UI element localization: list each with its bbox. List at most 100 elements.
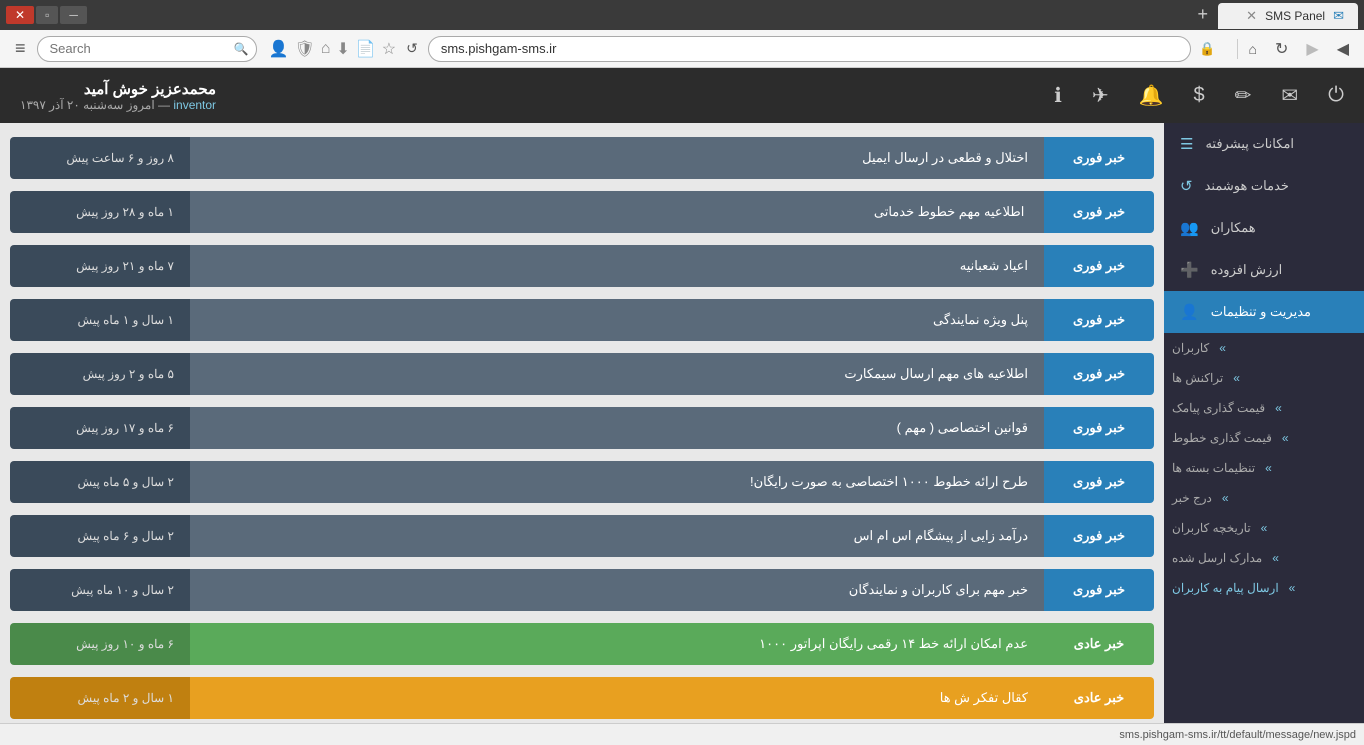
sidebar-sub-users[interactable]: کاربران: [1164, 333, 1364, 363]
tab-close-button[interactable]: ✕: [1246, 8, 1257, 24]
maximize-button[interactable]: ▫: [36, 6, 58, 24]
news-date-cell: ۷ ماه و ۲۱ روز پیش: [10, 245, 190, 287]
search-icon: 🔍: [234, 42, 249, 56]
news-badge: خبر فوری: [1044, 245, 1154, 287]
sidebar-sub-line-pricing[interactable]: قیمت گذاری خطوط: [1164, 423, 1364, 453]
news-date-cell: ۲ سال و ۱۰ ماه پیش: [10, 569, 190, 611]
home-button[interactable]: ⌂: [1242, 38, 1264, 60]
search-input[interactable]: [37, 36, 257, 62]
news-title-cell: ‌‌‌ اطلاعیه مهم خطوط خدماتی ‌‌‌: [190, 191, 1044, 233]
send-icon[interactable]: ✈: [1092, 83, 1109, 108]
sidebar-item-partners[interactable]: همکاران 👥: [1164, 207, 1364, 249]
user-info: محمدعزیز خوش آمید inventor — امروز سه‌شن…: [20, 80, 216, 112]
news-row[interactable]: خبر عادی عدم امکان ارائه خط ۱۴ رقمی رایگ…: [10, 623, 1154, 665]
forward-button[interactable]: ▶: [1299, 36, 1325, 62]
new-tab-button[interactable]: +: [1189, 2, 1216, 27]
news-row[interactable]: خبر فوری خبر مهم برای کاربران و نمایندگا…: [10, 569, 1154, 611]
news-row[interactable]: خبر فوری درآمد زایی از پیشگام اس ام اس ۲…: [10, 515, 1154, 557]
news-date-cell: ۲ سال و ۵ ماه پیش: [10, 461, 190, 503]
sidebar-sub-transactions[interactable]: تراکنش ها: [1164, 363, 1364, 393]
shield-icon[interactable]: 🛡: [294, 39, 314, 59]
news-date-cell: ۱ ماه و ۲۸ روز پیش: [10, 191, 190, 233]
sidebar-item-value[interactable]: ارزش افزوده ➕: [1164, 249, 1364, 291]
sub-label-send-msg: ارسال پیام به کاربران: [1172, 581, 1279, 595]
browser-tab[interactable]: ✉ SMS Panel ✕: [1218, 3, 1358, 29]
news-row[interactable]: خبر فوری اختلال و قطعی در ارسال ایمیل ۸ …: [10, 137, 1154, 179]
news-row[interactable]: خبر فوری طرح ارائه خطوط ۱۰۰۰ اختصاصی به …: [10, 461, 1154, 503]
smart-icon: ↺: [1180, 177, 1193, 195]
separator: —: [155, 98, 170, 112]
search-wrap: 🔍: [37, 36, 257, 62]
news-title-cell: کقال تفکر ش ها: [190, 677, 1044, 719]
news-date-cell: ۵ ماه و ۲ روز پیش: [10, 353, 190, 395]
news-date-cell: ۱ سال و ۱ ماه پیش: [10, 299, 190, 341]
sidebar-sub-sms-pricing[interactable]: قیمت گذاری پیامک: [1164, 393, 1364, 423]
news-row[interactable]: خبر فوری اعیاد شعبانیه ۷ ماه و ۲۱ روز پی…: [10, 245, 1154, 287]
news-badge: خبر فوری: [1044, 407, 1154, 449]
download-icon[interactable]: ⬇: [336, 39, 349, 59]
info-icon[interactable]: ℹ: [1054, 83, 1062, 108]
badge-cell: خبر فوری: [1044, 191, 1154, 233]
news-row[interactable]: خبر فوری قوانین اختصاصی ( مهم ) ۶ ماه و …: [10, 407, 1154, 449]
profile-icon[interactable]: 👤: [269, 39, 289, 59]
power-icon[interactable]: ⏻: [1328, 84, 1344, 107]
news-row[interactable]: خبر فوری اطلاعیه های مهم ارسال سیمکارت ۵…: [10, 353, 1154, 395]
tab-favicon: ✉: [1333, 8, 1344, 24]
badge-cell: خبر فوری: [1044, 245, 1154, 287]
reload-button[interactable]: ↺: [400, 37, 424, 60]
sub-label-user-history: تاریخچه کاربران: [1172, 521, 1251, 535]
user-date: امروز سه‌شنبه ۲۰ آذر ۱۳۹۷: [20, 98, 155, 112]
toolbar-icons: ⏻ ✉ ✏ $ 🔔 ✈ ℹ: [1054, 83, 1344, 108]
email-icon[interactable]: ✉: [1281, 83, 1298, 108]
close-button[interactable]: ✕: [6, 6, 34, 24]
badge-cell: خبر فوری: [1044, 353, 1154, 395]
sidebar-sub-add-news[interactable]: درج خبر: [1164, 483, 1364, 513]
news-row[interactable]: خبر فوری پنل ویژه نمایندگی ۱ سال و ۱ ماه…: [10, 299, 1154, 341]
news-title-cell: پنل ویژه نمایندگی: [190, 299, 1044, 341]
reader-icon[interactable]: 📄: [356, 39, 376, 59]
news-row[interactable]: خبر فوری ‌‌‌ اطلاعیه مهم خطوط خدماتی ‌‌‌…: [10, 191, 1154, 233]
partners-icon: 👥: [1180, 219, 1199, 237]
menu-button[interactable]: ≡: [8, 35, 33, 62]
news-title-cell: اطلاعیه های مهم ارسال سیمکارت: [190, 353, 1044, 395]
news-row[interactable]: خبر عادی کقال تفکر ش ها ۱ سال و ۲ ماه پی…: [10, 677, 1154, 719]
badge-cell: خبر عادی: [1044, 677, 1154, 719]
home2-icon[interactable]: ⌂: [321, 40, 331, 58]
edit-icon[interactable]: ✏: [1235, 83, 1252, 108]
news-title-cell: خبر مهم برای کاربران و نمایندگان: [190, 569, 1044, 611]
bookmark-icon[interactable]: ☆: [382, 39, 396, 59]
sidebar-item-management[interactable]: مدیریت و تنظیمات 👤: [1164, 291, 1364, 333]
sidebar-label-smart: خدمات هوشمند: [1205, 178, 1289, 194]
user-role: inventor: [173, 98, 216, 112]
news-date-cell: ۲ سال و ۶ ماه پیش: [10, 515, 190, 557]
back-button[interactable]: ◀: [1330, 36, 1356, 62]
bell-icon[interactable]: 🔔: [1139, 83, 1164, 108]
sidebar-label-advanced: امکانات پیشرفته: [1205, 136, 1294, 152]
address-input[interactable]: [428, 36, 1191, 62]
news-title-cell: قوانین اختصاصی ( مهم ): [190, 407, 1044, 449]
sidebar-sub-user-history[interactable]: تاریخچه کاربران: [1164, 513, 1364, 543]
news-title-cell: عدم امکان ارائه خط ۱۴ رقمی رایگان اپراتو…: [190, 623, 1044, 665]
news-date-cell: ۸ روز و ۶ ساعت پیش: [10, 137, 190, 179]
news-date-cell: ۶ ماه و ۱۰ روز پیش: [10, 623, 190, 665]
sidebar-sub-packages[interactable]: تنظیمات بسته ها: [1164, 453, 1364, 483]
news-badge: خبر فوری: [1044, 137, 1154, 179]
minimize-button[interactable]: ─: [60, 6, 87, 24]
sub-label-transactions: تراکنش ها: [1172, 371, 1223, 385]
badge-cell: خبر فوری: [1044, 569, 1154, 611]
sidebar-item-smart[interactable]: خدمات هوشمند ↺: [1164, 165, 1364, 207]
news-title-cell: اعیاد شعبانیه: [190, 245, 1044, 287]
money-icon[interactable]: $: [1194, 84, 1205, 107]
news-badge: خبر فوری: [1044, 299, 1154, 341]
sub-label-add-news: درج خبر: [1172, 491, 1212, 505]
news-badge: خبر فوری: [1044, 191, 1154, 233]
sidebar-label-value: ارزش افزوده: [1211, 262, 1283, 278]
sidebar-item-advanced[interactable]: امکانات پیشرفته ☰: [1164, 123, 1364, 165]
sidebar-sub-send-msg[interactable]: ارسال پیام به کاربران: [1164, 573, 1364, 603]
sub-label-sms-pricing: قیمت گذاری پیامک: [1172, 401, 1265, 415]
sidebar-sub-docs[interactable]: مدارک ارسل شده: [1164, 543, 1364, 573]
news-title-cell: درآمد زایی از پیشگام اس ام اس: [190, 515, 1044, 557]
refresh-button[interactable]: ↻: [1268, 36, 1295, 62]
value-icon: ➕: [1180, 261, 1199, 279]
news-badge: خبر فوری: [1044, 353, 1154, 395]
